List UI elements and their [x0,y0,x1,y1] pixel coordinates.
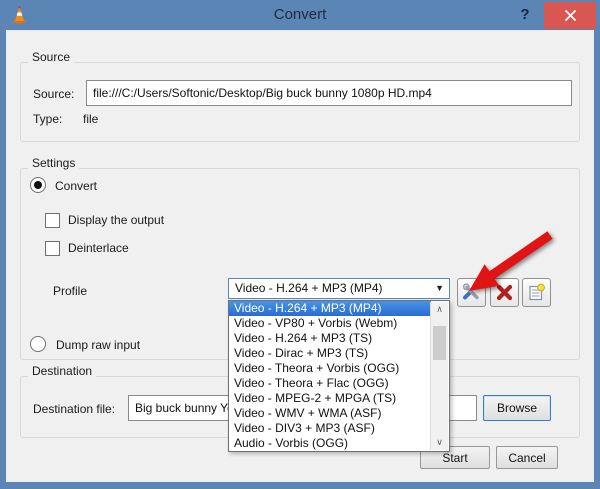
new-document-icon [527,283,546,302]
type-value: file [83,112,98,126]
scrollbar-thumb[interactable] [433,326,446,360]
window-title: Convert [0,6,600,23]
wrench-screwdriver-icon [462,283,481,302]
destination-field-label: Destination file: [33,402,115,416]
titlebar[interactable]: Convert ? [0,0,600,30]
close-icon [565,10,576,21]
display-output-checkbox[interactable] [45,213,60,228]
chevron-down-icon: ▼ [435,279,444,298]
close-button[interactable] [544,2,596,29]
profile-option[interactable]: Video - Theora + Flac (OGG) [229,376,431,391]
deinterlace-checkbox[interactable] [45,241,60,256]
convert-radio[interactable] [30,177,46,193]
cancel-button[interactable]: Cancel [496,446,558,469]
profile-option[interactable]: Video - Theora + Vorbis (OGG) [229,361,431,376]
profile-option[interactable]: Video - MPEG-2 + MPGA (TS) [229,391,431,406]
profile-option[interactable]: Video - VP80 + Vorbis (Webm) [229,316,431,331]
profile-dropdown-list: Video - H.264 + MP3 (MP4) Video - VP80 +… [228,300,450,452]
scroll-down-icon[interactable]: ∨ [431,435,448,450]
dump-raw-label: Dump raw input [56,338,140,352]
scroll-up-icon[interactable]: ∧ [431,302,448,317]
profile-combobox-value: Video - H.264 + MP3 (MP4) [235,279,383,298]
settings-group-label: Settings [28,156,79,170]
browse-button[interactable]: Browse [483,395,551,421]
convert-dialog-window: Convert ? Source Source: Type: file Sett… [0,0,600,489]
source-group-label: Source [28,50,74,64]
convert-radio-label: Convert [55,179,97,193]
source-field-label: Source: [33,87,74,101]
profile-option[interactable]: Video - WMV + WMA (ASF) [229,406,431,421]
display-output-label: Display the output [68,213,164,227]
profile-option[interactable]: Audio - Vorbis (OGG) [229,436,431,451]
type-label: Type: [33,112,62,126]
dump-raw-radio[interactable] [30,336,46,352]
help-button[interactable]: ? [514,4,536,26]
edit-profile-button[interactable] [457,278,486,307]
deinterlace-label: Deinterlace [68,241,129,255]
profile-option[interactable]: Video - H.264 + MP3 (TS) [229,331,431,346]
destination-group-label: Destination [28,364,96,378]
profile-label: Profile [53,284,87,298]
source-input[interactable] [86,80,572,106]
profile-option[interactable]: Video - Dirac + MP3 (TS) [229,346,431,361]
dropdown-scrollbar[interactable]: ∧ ∨ [430,302,448,450]
profile-combobox[interactable]: Video - H.264 + MP3 (MP4) ▼ [228,278,450,299]
profile-option[interactable]: Video - DIV3 + MP3 (ASF) [229,421,431,436]
profile-option[interactable]: Video - H.264 + MP3 (MP4) [229,301,431,316]
delete-profile-button[interactable] [490,278,519,307]
new-profile-button[interactable] [522,278,551,307]
red-x-icon [496,284,513,301]
